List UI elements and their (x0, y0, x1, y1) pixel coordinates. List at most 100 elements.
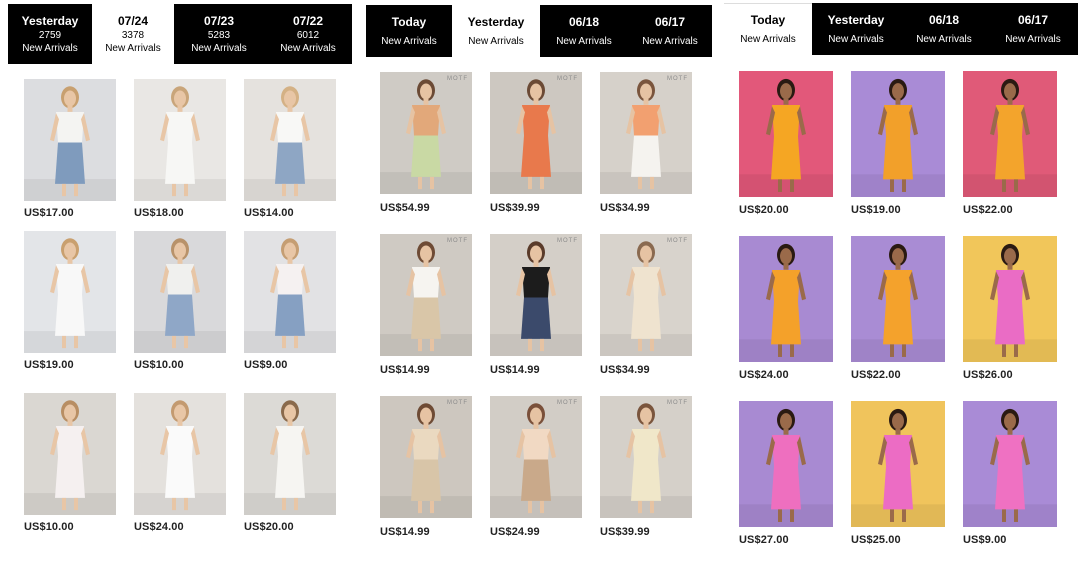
product-price: US$22.00 (851, 369, 901, 381)
product-card[interactable]: MOTF US$14.99 (490, 234, 582, 394)
tab-06-17[interactable]: 06/17 New Arrivals (628, 5, 712, 57)
product-card[interactable]: MOTF US$54.99 (380, 72, 472, 232)
product-price: US$14.99 (380, 526, 430, 538)
product-image[interactable] (963, 401, 1057, 527)
product-card[interactable]: US$19.00 (24, 231, 116, 391)
product-image[interactable] (244, 231, 336, 353)
product-image[interactable] (380, 72, 472, 194)
product-price: US$34.99 (600, 364, 650, 376)
product-image[interactable] (244, 79, 336, 201)
tab-06-18[interactable]: 06/18 New Arrivals (900, 3, 988, 55)
product-image[interactable] (851, 401, 945, 527)
product-price: US$18.00 (134, 207, 184, 219)
product-price: US$27.00 (739, 534, 789, 546)
product-card[interactable]: MOTF US$14.99 (380, 234, 472, 394)
tab-07-22[interactable]: 07/22 6012 New Arrivals (264, 4, 352, 64)
brand-watermark: MOTF (447, 400, 468, 406)
tab-count: 2759 (38, 29, 62, 41)
product-image[interactable] (851, 236, 945, 362)
product-card[interactable]: US$9.00 (244, 231, 336, 391)
product-card[interactable]: MOTF US$14.99 (380, 396, 472, 556)
product-image[interactable] (739, 236, 833, 362)
product-card[interactable]: US$22.00 (963, 71, 1057, 235)
product-card[interactable]: US$22.00 (851, 236, 945, 400)
product-image[interactable] (24, 393, 116, 515)
product-image[interactable] (490, 234, 582, 356)
product-price: US$24.00 (739, 369, 789, 381)
product-image[interactable] (963, 71, 1057, 197)
tab-07-23[interactable]: 07/23 5283 New Arrivals (174, 4, 264, 64)
product-price: US$24.99 (490, 526, 540, 538)
product-image[interactable] (739, 71, 833, 197)
tab-sub: New Arrivals (828, 33, 884, 45)
product-price: US$14.99 (490, 364, 540, 376)
product-image[interactable] (851, 71, 945, 197)
product-image[interactable] (600, 396, 692, 518)
product-card[interactable]: US$26.00 (963, 236, 1057, 400)
product-card[interactable]: US$17.00 (24, 79, 116, 229)
product-image[interactable] (380, 396, 472, 518)
tab-today[interactable]: Today New Arrivals (366, 5, 452, 57)
product-price: US$24.00 (134, 521, 184, 533)
tab-sub: New Arrivals (642, 35, 698, 47)
product-card[interactable]: MOTF US$39.99 (490, 72, 582, 232)
brand-watermark: MOTF (447, 76, 468, 82)
product-card[interactable]: US$25.00 (851, 401, 945, 565)
date-tabbar: Yesterday 2759 New Arrivals 07/24 3378 N… (8, 4, 352, 64)
product-image[interactable] (380, 234, 472, 356)
tab-today[interactable]: Today New Arrivals (724, 3, 812, 55)
product-image[interactable] (600, 72, 692, 194)
tab-yesterday[interactable]: Yesterday New Arrivals (812, 3, 900, 55)
tab-label: 07/23 (203, 13, 235, 28)
product-card[interactable]: MOTF US$39.99 (600, 396, 692, 556)
product-card[interactable]: US$20.00 (244, 393, 336, 543)
product-price: US$19.00 (24, 359, 74, 371)
product-image[interactable] (24, 231, 116, 353)
brand-watermark: MOTF (667, 76, 688, 82)
product-card[interactable]: US$14.00 (244, 79, 336, 229)
tab-sub: New Arrivals (1005, 33, 1061, 45)
product-card[interactable]: US$19.00 (851, 71, 945, 235)
product-price: US$20.00 (739, 204, 789, 216)
product-image[interactable] (24, 79, 116, 201)
product-card[interactable]: MOTF US$34.99 (600, 72, 692, 232)
product-image[interactable] (739, 401, 833, 527)
product-card[interactable]: US$10.00 (24, 393, 116, 543)
tab-label: Today (391, 14, 427, 29)
product-card[interactable]: MOTF US$24.99 (490, 396, 582, 556)
tab-yesterday[interactable]: Yesterday New Arrivals (452, 5, 540, 57)
tab-sub: New Arrivals (280, 42, 336, 54)
product-card[interactable]: US$9.00 (963, 401, 1057, 565)
tab-sub: New Arrivals (556, 35, 612, 47)
product-price: US$39.99 (490, 202, 540, 214)
product-card[interactable]: US$24.00 (134, 393, 226, 543)
product-card[interactable]: US$24.00 (739, 236, 833, 400)
product-image[interactable] (244, 393, 336, 515)
product-card[interactable]: US$20.00 (739, 71, 833, 235)
tab-label: 06/18 (928, 12, 960, 27)
product-image[interactable] (963, 236, 1057, 362)
tab-06-17[interactable]: 06/17 New Arrivals (988, 3, 1078, 55)
tab-sub: New Arrivals (468, 35, 524, 47)
product-image[interactable] (134, 231, 226, 353)
date-tabbar: Today New Arrivals Yesterday New Arrival… (724, 3, 1078, 55)
product-card[interactable]: US$10.00 (134, 231, 226, 391)
product-card[interactable]: US$27.00 (739, 401, 833, 565)
tab-07-24[interactable]: 07/24 3378 New Arrivals (92, 4, 174, 64)
tab-label: 06/17 (1017, 12, 1049, 27)
product-image[interactable] (134, 79, 226, 201)
tab-06-18[interactable]: 06/18 New Arrivals (540, 5, 628, 57)
product-price: US$39.99 (600, 526, 650, 538)
tab-yesterday[interactable]: Yesterday 2759 New Arrivals (8, 4, 92, 64)
product-price: US$9.00 (963, 534, 1007, 546)
product-image[interactable] (134, 393, 226, 515)
product-image[interactable] (600, 234, 692, 356)
product-image[interactable] (490, 396, 582, 518)
product-card[interactable]: MOTF US$34.99 (600, 234, 692, 394)
panel-2: Today New Arrivals Yesterday New Arrival… (360, 0, 722, 550)
tab-label: Yesterday (827, 12, 885, 27)
product-card[interactable]: US$18.00 (134, 79, 226, 229)
product-price: US$34.99 (600, 202, 650, 214)
product-image[interactable] (490, 72, 582, 194)
product-price: US$10.00 (24, 521, 74, 533)
